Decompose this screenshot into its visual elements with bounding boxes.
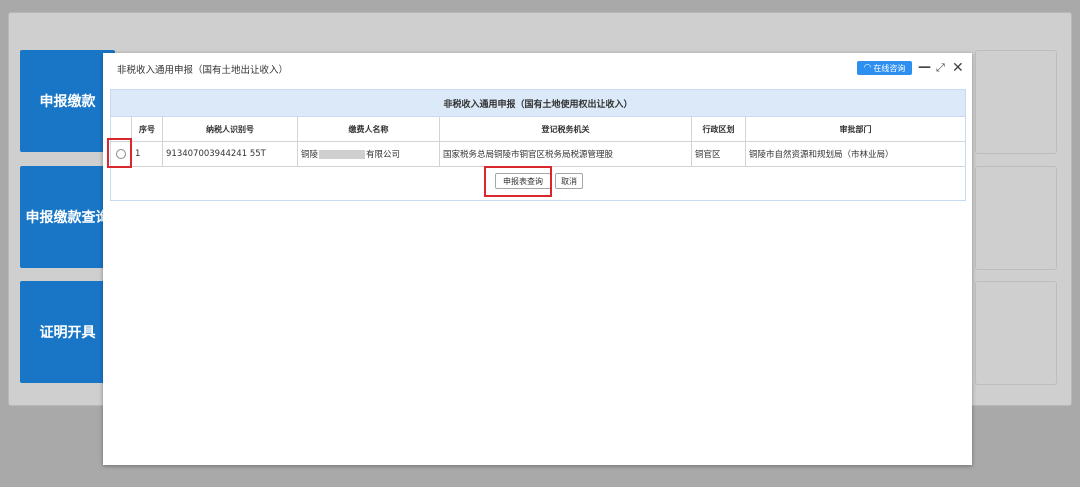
grid-title: 非税收入通用申报（国有土地使用权出让收入） [111,90,965,117]
online-consult-button[interactable]: ◠ 在线咨询 [857,61,912,75]
row-approval-dept: 铜陵市自然资源和规划局（市林业局） [749,150,894,160]
declaration-dialog: 非税收入通用申报（国有土地出让收入） ◠ 在线咨询 — ⤢ ✕ 非税收入通用申报… [103,53,972,465]
header-taxpayer-id: 纳税人识别号 [163,117,298,141]
header-approval-dept: 审批部门 [839,124,872,134]
header-index: 序号 [132,117,163,141]
header-district: 行政区划 [692,117,746,141]
cancel-button[interactable]: 取消 [555,173,583,189]
background-card [975,281,1057,385]
headset-icon: ◠ [863,62,872,73]
minimize-icon[interactable]: — [918,59,931,77]
header-tax-office: 登记税务机关 [440,117,692,141]
payer-name-prefix: 铜陵 [301,150,319,160]
background-card [975,166,1057,270]
certificate-issue-button[interactable]: 证明开具 [20,281,115,383]
row-taxpayer-id: 913407003944241 55T [163,142,298,166]
declare-pay-query-button[interactable]: 申报缴款查询 [20,166,115,268]
row-index: 1 [132,142,163,166]
redacted-block [319,149,366,159]
row-payer-name: 铜陵 有限公司 [298,142,440,166]
table-row[interactable]: 1 913407003944241 55T 铜陵 有限公司 国家税务总局铜陵市铜… [111,142,965,167]
close-icon[interactable]: ✕ [952,59,964,77]
declare-pay-button[interactable]: 申报缴款 [20,50,115,152]
background-card [975,50,1057,154]
dialog-title: 非税收入通用申报（国有土地出让收入） [117,65,289,76]
row-tax-office: 国家税务总局铜陵市铜官区税务局税源管理股 [440,142,692,166]
highlight-radio-box [107,138,132,168]
grid-header-row: 序号 纳税人识别号 缴费人名称 登记税务机关 行政区划 审批部门 [111,117,965,142]
online-consult-label: 在线咨询 [873,63,906,73]
payer-name-suffix: 有限公司 [366,150,401,160]
header-payer-name: 缴费人名称 [298,117,440,141]
row-district: 铜官区 [692,142,746,166]
maximize-icon[interactable]: ⤢ [936,59,945,77]
highlight-query-box [484,166,552,197]
